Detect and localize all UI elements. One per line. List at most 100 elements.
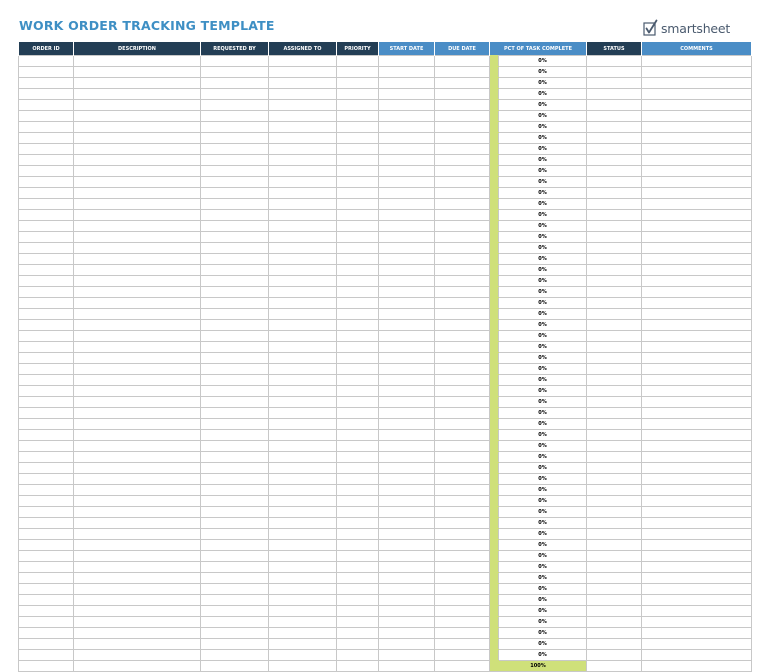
cell-order-id[interactable] — [18, 55, 74, 67]
cell-assigned-to[interactable] — [268, 88, 337, 100]
cell-pct-complete[interactable]: 0% — [498, 264, 587, 276]
cell-order-id[interactable] — [18, 396, 74, 408]
cell-pct-complete[interactable]: 0% — [498, 462, 587, 474]
cell-assigned-to[interactable] — [268, 572, 337, 584]
cell-start-date[interactable] — [378, 143, 435, 155]
cell-order-id[interactable] — [18, 308, 74, 320]
cell-pct-complete[interactable]: 0% — [498, 198, 587, 210]
cell-priority[interactable] — [336, 374, 379, 386]
cell-due-date[interactable] — [434, 352, 490, 364]
cell-requested-by[interactable] — [200, 440, 269, 452]
cell-description[interactable] — [73, 429, 201, 441]
cell-due-date[interactable] — [434, 572, 490, 584]
cell-due-date[interactable] — [434, 418, 490, 430]
cell-status[interactable] — [586, 209, 642, 221]
cell-priority[interactable] — [336, 451, 379, 463]
cell-comments[interactable] — [641, 253, 752, 265]
cell-description[interactable] — [73, 253, 201, 265]
cell-description[interactable] — [73, 572, 201, 584]
cell-order-id[interactable] — [18, 319, 74, 331]
cell-assigned-to[interactable] — [268, 528, 337, 540]
cell-pct-complete[interactable]: 0% — [498, 506, 587, 518]
cell-due-date[interactable] — [434, 429, 490, 441]
cell-comments[interactable] — [641, 638, 752, 650]
cell-description[interactable] — [73, 330, 201, 342]
column-header-requested-by[interactable]: REQUESTED BY — [200, 42, 269, 56]
cell-comments[interactable] — [641, 187, 752, 199]
cell-status[interactable] — [586, 583, 642, 595]
cell-comments[interactable] — [641, 121, 752, 133]
cell-comments[interactable] — [641, 286, 752, 298]
cell-pct-complete[interactable]: 0% — [498, 473, 587, 485]
cell-due-date[interactable] — [434, 198, 490, 210]
cell-comments[interactable] — [641, 176, 752, 188]
cell-description[interactable] — [73, 220, 201, 232]
cell-description[interactable] — [73, 407, 201, 419]
cell-start-date[interactable] — [378, 407, 435, 419]
cell-description[interactable] — [73, 198, 201, 210]
cell-priority[interactable] — [336, 363, 379, 375]
cell-status[interactable] — [586, 99, 642, 111]
cell-start-date[interactable] — [378, 473, 435, 485]
cell-order-id[interactable] — [18, 88, 74, 100]
cell-comments[interactable] — [641, 319, 752, 331]
cell-comments[interactable] — [641, 484, 752, 496]
cell-requested-by[interactable] — [200, 308, 269, 320]
cell-pct-complete[interactable]: 0% — [498, 231, 587, 243]
cell-assigned-to[interactable] — [268, 275, 337, 287]
cell-status[interactable] — [586, 66, 642, 78]
cell-due-date[interactable] — [434, 154, 490, 166]
cell-requested-by[interactable] — [200, 198, 269, 210]
cell-status[interactable] — [586, 330, 642, 342]
cell-assigned-to[interactable] — [268, 638, 337, 650]
cell-requested-by[interactable] — [200, 165, 269, 177]
cell-requested-by[interactable] — [200, 88, 269, 100]
cell-start-date[interactable] — [378, 220, 435, 232]
cell-pct-complete[interactable]: 0% — [498, 77, 587, 89]
cell-status[interactable] — [586, 572, 642, 584]
cell-assigned-to[interactable] — [268, 627, 337, 639]
cell-due-date[interactable] — [434, 638, 490, 650]
cell-order-id[interactable] — [18, 66, 74, 78]
cell-comments[interactable] — [641, 341, 752, 353]
cell-due-date[interactable] — [434, 242, 490, 254]
cell-due-date[interactable] — [434, 506, 490, 518]
cell-start-date[interactable] — [378, 605, 435, 617]
cell-requested-by[interactable] — [200, 484, 269, 496]
cell-order-id[interactable] — [18, 594, 74, 606]
cell-priority[interactable] — [336, 275, 379, 287]
cell-assigned-to[interactable] — [268, 583, 337, 595]
cell-pct-complete[interactable]: 0% — [498, 242, 587, 254]
cell-requested-by[interactable] — [200, 495, 269, 507]
cell-pct-complete[interactable]: 0% — [498, 539, 587, 551]
cell-status[interactable] — [586, 143, 642, 155]
cell-due-date[interactable] — [434, 253, 490, 265]
cell-requested-by[interactable] — [200, 264, 269, 276]
cell-priority[interactable] — [336, 209, 379, 221]
cell-start-date[interactable] — [378, 495, 435, 507]
cell-due-date[interactable] — [434, 605, 490, 617]
cell-order-id[interactable] — [18, 583, 74, 595]
cell-comments[interactable] — [641, 451, 752, 463]
cell-priority[interactable] — [336, 55, 379, 67]
cell-description[interactable] — [73, 484, 201, 496]
cell-priority[interactable] — [336, 506, 379, 518]
cell-comments[interactable] — [641, 495, 752, 507]
cell-assigned-to[interactable] — [268, 308, 337, 320]
cell-description[interactable] — [73, 594, 201, 606]
cell-pct-complete[interactable]: 0% — [498, 616, 587, 628]
cell-order-id[interactable] — [18, 275, 74, 287]
cell-priority[interactable] — [336, 231, 379, 243]
cell-due-date[interactable] — [434, 440, 490, 452]
cell-order-id[interactable] — [18, 198, 74, 210]
cell-start-date[interactable] — [378, 77, 435, 89]
cell-due-date[interactable] — [434, 451, 490, 463]
cell-priority[interactable] — [336, 220, 379, 232]
cell-assigned-to[interactable] — [268, 363, 337, 375]
cell-status[interactable] — [586, 385, 642, 397]
cell-start-date[interactable] — [378, 198, 435, 210]
cell-requested-by[interactable] — [200, 429, 269, 441]
cell-priority[interactable] — [336, 154, 379, 166]
cell-due-date[interactable] — [434, 484, 490, 496]
cell-description[interactable] — [73, 297, 201, 309]
